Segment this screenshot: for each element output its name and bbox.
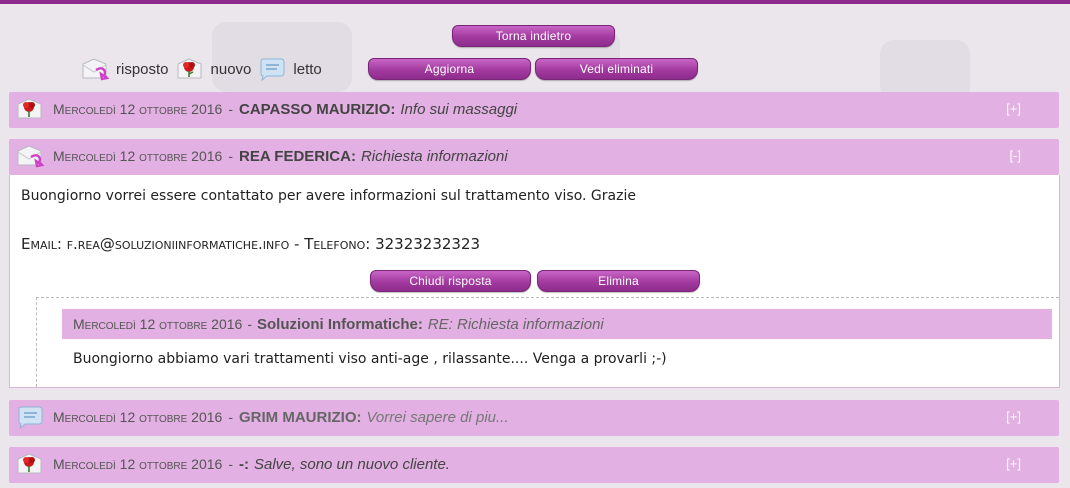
- reply-body: Buongiorno abbiamo vari trattamenti viso…: [73, 351, 667, 367]
- message-subject: Richiesta informazioni: [360, 147, 508, 165]
- background-decoration: [880, 40, 970, 100]
- collapse-toggle[interactable]: [-]: [1009, 148, 1021, 163]
- reply-thread: Mercoledì 12 ottobre 2016 - Soluzioni In…: [36, 297, 1059, 387]
- contact-info: Email: f.rea@soluzioniinformatiche.info …: [21, 235, 481, 253]
- refresh-button[interactable]: Aggiorna: [368, 58, 531, 80]
- top-accent-bar: [0, 0, 1070, 4]
- message-sender: -:: [239, 455, 249, 473]
- message-sender: CAPASSO MAURIZIO:: [239, 100, 396, 118]
- new-flower-icon: [15, 451, 45, 477]
- message-subject: Info sui massaggi: [400, 100, 518, 118]
- message-sender: GRIM MAURIZIO:: [239, 408, 362, 426]
- message-subject: Salve, sono un nuovo cliente.: [254, 455, 450, 473]
- message-body-panel: Buongiorno vorrei essere contattato per …: [9, 175, 1060, 388]
- reply-date: Mercoledì 12 ottobre 2016: [73, 316, 243, 332]
- replied-envelope-icon: [15, 143, 45, 169]
- reply-subject: RE: Richiesta informazioni: [427, 315, 604, 333]
- message-date: Mercoledì 12 ottobre 2016: [53, 456, 223, 472]
- separator: -: [228, 456, 233, 472]
- back-button[interactable]: Torna indietro: [452, 25, 615, 47]
- reply-header: Mercoledì 12 ottobre 2016 - Soluzioni In…: [62, 309, 1052, 339]
- message-subject: Vorrei sapere di piu...: [366, 408, 509, 426]
- new-flower-icon: [15, 96, 45, 122]
- reply-sender: Soluzioni Informatiche:: [257, 315, 423, 333]
- legend-read-label: letto: [293, 60, 322, 78]
- status-legend: risposto nuovo letto: [80, 56, 328, 82]
- message-date: Mercoledì 12 ottobre 2016: [53, 101, 223, 117]
- close-reply-button[interactable]: Chiudi risposta: [370, 270, 531, 292]
- expand-toggle[interactable]: [+]: [1006, 101, 1021, 116]
- separator: -: [228, 148, 233, 164]
- message-row[interactable]: Mercoledì 12 ottobre 2016 - GRIM MAURIZI…: [9, 400, 1059, 436]
- message-date: Mercoledì 12 ottobre 2016: [53, 409, 223, 425]
- message-row[interactable]: Mercoledì 12 ottobre 2016 - CAPASSO MAUR…: [9, 92, 1059, 128]
- separator: -: [228, 101, 233, 117]
- message-row-expanded[interactable]: Mercoledì 12 ottobre 2016 - REA FEDERICA…: [9, 139, 1059, 175]
- message-row[interactable]: Mercoledì 12 ottobre 2016 - -: Salve, so…: [9, 447, 1059, 483]
- separator: -: [247, 316, 252, 332]
- replied-envelope-icon: [80, 56, 110, 82]
- read-bubble-icon: [15, 404, 45, 430]
- message-date: Mercoledì 12 ottobre 2016: [53, 148, 223, 164]
- message-body: Buongiorno vorrei essere contattato per …: [21, 188, 636, 204]
- view-deleted-button[interactable]: Vedi eliminati: [535, 58, 698, 80]
- legend-replied-label: risposto: [116, 60, 169, 78]
- separator: -: [228, 409, 233, 425]
- message-sender: REA FEDERICA:: [239, 147, 356, 165]
- read-bubble-icon: [257, 56, 287, 82]
- delete-button[interactable]: Elimina: [537, 270, 700, 292]
- expand-toggle[interactable]: [+]: [1006, 456, 1021, 471]
- new-flower-icon: [175, 56, 205, 82]
- legend-new-label: nuovo: [210, 60, 252, 78]
- expand-toggle[interactable]: [+]: [1006, 409, 1021, 424]
